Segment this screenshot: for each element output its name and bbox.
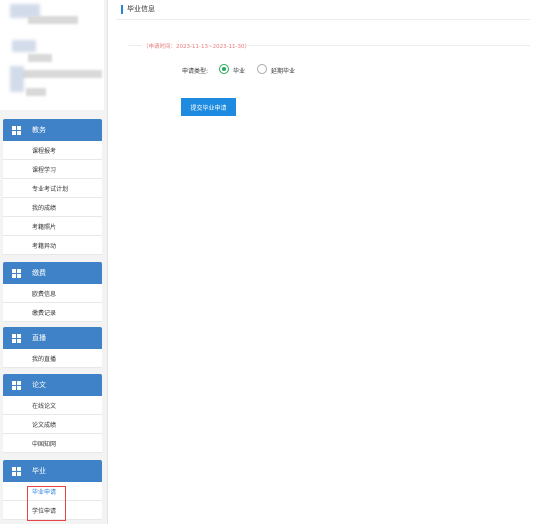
sidebar-section-header[interactable]: 教务	[3, 119, 102, 141]
sidebar-section-header[interactable]: 缴费	[3, 262, 102, 284]
user-profile-card	[0, 0, 104, 110]
sidebar-section-payment: 缴费 欧费信息 缴费记录	[3, 262, 102, 322]
apply-type-label: 申请类型:	[182, 68, 209, 75]
redacted-text	[10, 66, 24, 92]
highlight-box	[27, 486, 66, 521]
radio-delay-graduate-label[interactable]: 延期毕业	[271, 66, 295, 75]
grid-icon	[12, 268, 21, 278]
sidebar-item-cnki[interactable]: 中国知网	[3, 434, 102, 453]
redacted-text	[22, 70, 102, 78]
redacted-text	[26, 88, 46, 96]
section-title: 直播	[32, 334, 46, 342]
section-title: 毕业	[32, 467, 46, 475]
sidebar-section-live: 直播 我的直播	[3, 327, 102, 368]
sidebar-section-header[interactable]: 论文	[3, 374, 102, 396]
sidebar: 教务 课程报考 课程学习 专业考试计划 我的成绩 考籍照片 考籍异动 缴费 欧费…	[0, 0, 108, 524]
sidebar-item-status-change[interactable]: 考籍异动	[3, 236, 102, 255]
sidebar-section-academic: 教务 课程报考 课程学习 专业考试计划 我的成绩 考籍照片 考籍异动	[3, 119, 102, 255]
main-content: 毕业信息 （申请时间：2023-11-13~2023-11-30） 申请类型: …	[112, 0, 533, 524]
page-title: 毕业信息	[121, 5, 155, 14]
sidebar-section-header[interactable]: 毕业	[3, 460, 102, 482]
divider	[128, 45, 142, 46]
divider	[116, 19, 530, 20]
sidebar-item-payment-records[interactable]: 缴费记录	[3, 303, 102, 322]
sidebar-item-course-study[interactable]: 课程学习	[3, 160, 102, 179]
redacted-text	[28, 16, 78, 24]
section-title: 教务	[32, 126, 46, 134]
redacted-text	[12, 40, 36, 52]
sidebar-section-thesis: 论文 在线论文 论文成绩 中国知网	[3, 374, 102, 453]
sidebar-item-my-live[interactable]: 我的直播	[3, 349, 102, 368]
submit-graduation-button[interactable]: 提交毕业申请	[181, 98, 236, 116]
radio-graduate[interactable]	[219, 64, 229, 74]
grid-icon	[12, 125, 21, 135]
sidebar-item-course-registration[interactable]: 课程报考	[3, 141, 102, 160]
sidebar-item-payment-info[interactable]: 欧费信息	[3, 284, 102, 303]
grid-icon	[12, 466, 21, 476]
redacted-text	[28, 54, 52, 62]
grid-icon	[12, 333, 21, 343]
sidebar-item-my-grades[interactable]: 我的成绩	[3, 198, 102, 217]
radio-delay-graduate[interactable]	[257, 64, 267, 74]
radio-graduate-label[interactable]: 毕业	[233, 66, 245, 75]
sidebar-item-photo[interactable]: 考籍照片	[3, 217, 102, 236]
grid-icon	[12, 380, 21, 390]
sidebar-item-thesis-grades[interactable]: 论文成绩	[3, 415, 102, 434]
sidebar-item-online-thesis[interactable]: 在线论文	[3, 396, 102, 415]
section-title: 缴费	[32, 269, 46, 277]
sidebar-section-header[interactable]: 直播	[3, 327, 102, 349]
application-period: （申请时间：2023-11-13~2023-11-30）	[143, 44, 251, 50]
divider	[246, 45, 530, 46]
section-title: 论文	[32, 381, 46, 389]
sidebar-item-exam-plan[interactable]: 专业考试计划	[3, 179, 102, 198]
